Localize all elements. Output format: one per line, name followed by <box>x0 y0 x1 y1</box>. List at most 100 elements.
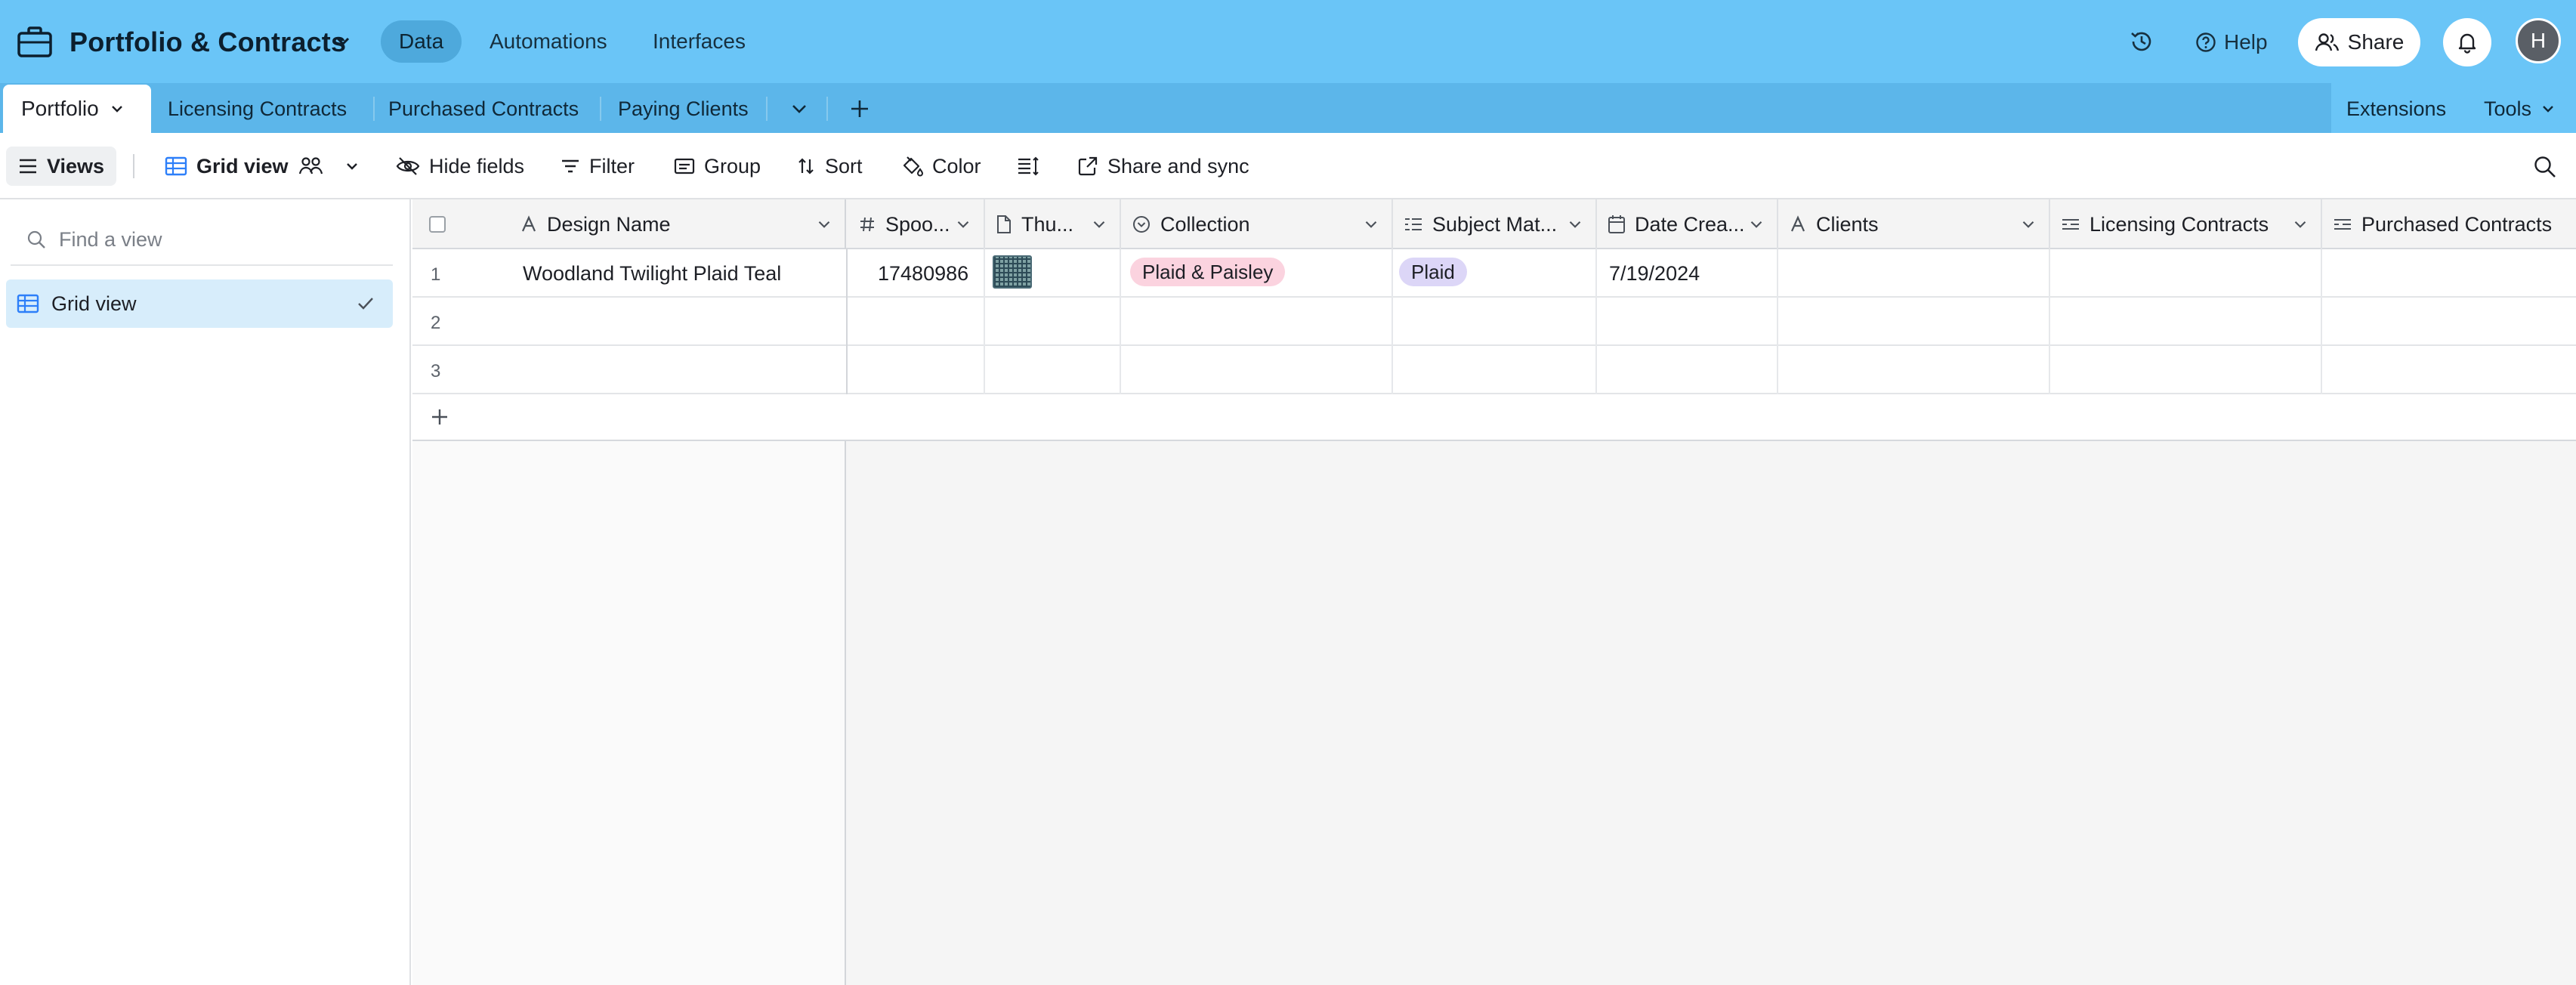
color-button[interactable]: Color <box>900 147 981 186</box>
search-icon[interactable] <box>2532 154 2558 180</box>
subject-pill[interactable]: Plaid <box>1399 258 1467 286</box>
collection-pill[interactable]: Plaid & Paisley <box>1130 258 1286 286</box>
table-tab-bar <box>0 83 2576 133</box>
chevron-down-icon[interactable] <box>1747 215 1766 234</box>
row-height-icon <box>1018 156 1039 176</box>
tab-divider <box>766 97 768 121</box>
view-toolbar <box>0 133 2576 199</box>
chevron-down-icon[interactable] <box>814 215 834 234</box>
column-header-date-created[interactable]: Date Crea... <box>1597 199 1778 249</box>
find-view-input[interactable] <box>59 227 376 252</box>
plus-icon[interactable] <box>845 94 875 124</box>
text-icon <box>521 215 536 232</box>
help-label: Help <box>2224 30 2268 54</box>
column-divider <box>1391 249 1393 394</box>
table-row[interactable] <box>412 298 2576 346</box>
checkbox[interactable] <box>429 216 446 233</box>
notifications-button[interactable] <box>2443 18 2491 66</box>
tab-purchased-contracts[interactable]: Purchased Contracts <box>388 86 579 131</box>
sidebar-view-grid-view[interactable]: Grid view <box>6 279 393 328</box>
views-label: Views <box>47 154 105 178</box>
tools-label: Tools <box>2484 97 2532 120</box>
help-button[interactable]: Help <box>2195 23 2268 62</box>
briefcase-icon[interactable] <box>17 26 53 59</box>
view-switcher-button[interactable]: Grid view <box>165 147 361 186</box>
tab-divider <box>373 97 375 121</box>
color-label: Color <box>932 154 981 178</box>
share-button[interactable]: Share <box>2298 18 2420 66</box>
views-toggle-button[interactable]: Views <box>6 147 117 186</box>
paint-bucket-icon <box>903 156 923 177</box>
nav-data[interactable]: Data <box>381 20 462 63</box>
share-and-sync-button[interactable]: Share and sync <box>1077 147 1249 186</box>
sort-button[interactable]: Sort <box>796 147 863 186</box>
calendar-icon <box>1608 215 1625 233</box>
tab-licensing-contracts[interactable]: Licensing Contracts <box>168 86 347 131</box>
toolbar-divider <box>133 154 134 178</box>
hide-fields-button[interactable]: Hide fields <box>396 147 524 186</box>
cell-date-created[interactable]: 7/19/2024 <box>1609 262 1700 286</box>
link-icon <box>2334 219 2351 230</box>
history-icon[interactable] <box>2129 29 2154 54</box>
view-item-label: Grid view <box>51 292 137 315</box>
plus-icon[interactable] <box>428 405 452 429</box>
chevron-down-icon[interactable] <box>108 100 126 118</box>
column-header-design-name[interactable]: Design Name <box>509 199 846 249</box>
nav-automations[interactable]: Automations <box>471 20 625 63</box>
column-label: Thu... <box>1021 212 1074 236</box>
grid-view-icon <box>165 156 187 176</box>
chevron-down-icon[interactable] <box>1565 215 1585 234</box>
hide-fields-label: Hide fields <box>429 154 525 178</box>
nav-interfaces[interactable]: Interfaces <box>635 20 764 63</box>
bell-icon <box>2458 33 2476 54</box>
chevron-down-icon[interactable] <box>2018 215 2038 234</box>
column-divider <box>1777 249 1778 394</box>
column-divider <box>984 249 985 394</box>
cell-spoon[interactable]: 17480986 <box>878 262 968 286</box>
column-divider <box>2049 249 2050 394</box>
table-row[interactable] <box>412 346 2576 394</box>
add-record-row[interactable] <box>412 394 2576 441</box>
chevron-down-icon[interactable] <box>332 30 354 51</box>
sort-label: Sort <box>825 154 863 178</box>
view-name: Grid view <box>196 154 289 178</box>
filter-button[interactable]: Filter <box>561 147 635 186</box>
column-divider <box>2321 249 2322 394</box>
tools-button[interactable]: Tools <box>2484 86 2557 131</box>
link-icon <box>2062 219 2079 230</box>
column-header-purchased-contracts[interactable]: Purchased Contracts <box>2322 199 2576 249</box>
avatar[interactable]: H <box>2516 18 2561 63</box>
chevron-down-icon[interactable] <box>786 95 813 122</box>
row-height-button[interactable] <box>1017 147 1039 186</box>
select-all-checkbox[interactable] <box>412 199 458 249</box>
chevron-down-icon[interactable] <box>953 215 973 234</box>
menu-icon <box>20 159 36 174</box>
group-button[interactable]: Group <box>674 147 761 186</box>
column-header-licensing-contracts[interactable]: Licensing Contracts <box>2050 199 2322 249</box>
chevron-down-icon[interactable] <box>2290 215 2310 234</box>
grid-view-icon <box>17 294 39 313</box>
row-number: 1 <box>431 264 441 285</box>
chevron-down-icon <box>346 163 357 170</box>
column-header-clients[interactable]: Clients <box>1778 199 2050 249</box>
filter-icon <box>562 159 579 173</box>
number-icon <box>860 217 874 232</box>
tab-portfolio[interactable]: Portfolio <box>3 85 151 133</box>
tab-label: Portfolio <box>21 97 99 120</box>
eye-slash-icon <box>396 157 420 175</box>
find-view-field[interactable] <box>11 215 393 266</box>
multi-select-icon <box>1405 218 1422 230</box>
column-header-collection[interactable]: Collection <box>1121 199 1393 249</box>
column-header-spoon[interactable]: Spoo... <box>848 199 985 249</box>
column-header-thumbnail[interactable]: Thu... <box>985 199 1121 249</box>
thumbnail-image[interactable] <box>993 255 1032 289</box>
chevron-down-icon[interactable] <box>1361 215 1381 234</box>
cell-design-name[interactable]: Woodland Twilight Plaid Teal <box>523 262 781 286</box>
text-icon <box>1790 215 1805 232</box>
tab-paying-clients[interactable]: Paying Clients <box>618 86 749 131</box>
chevron-down-icon[interactable] <box>1089 215 1109 234</box>
base-title[interactable]: Portfolio & Contracts <box>69 23 346 62</box>
checkmark-icon <box>358 298 373 310</box>
extensions-button[interactable]: Extensions <box>2346 86 2446 131</box>
column-header-subject-matter[interactable]: Subject Mat... <box>1393 199 1597 249</box>
